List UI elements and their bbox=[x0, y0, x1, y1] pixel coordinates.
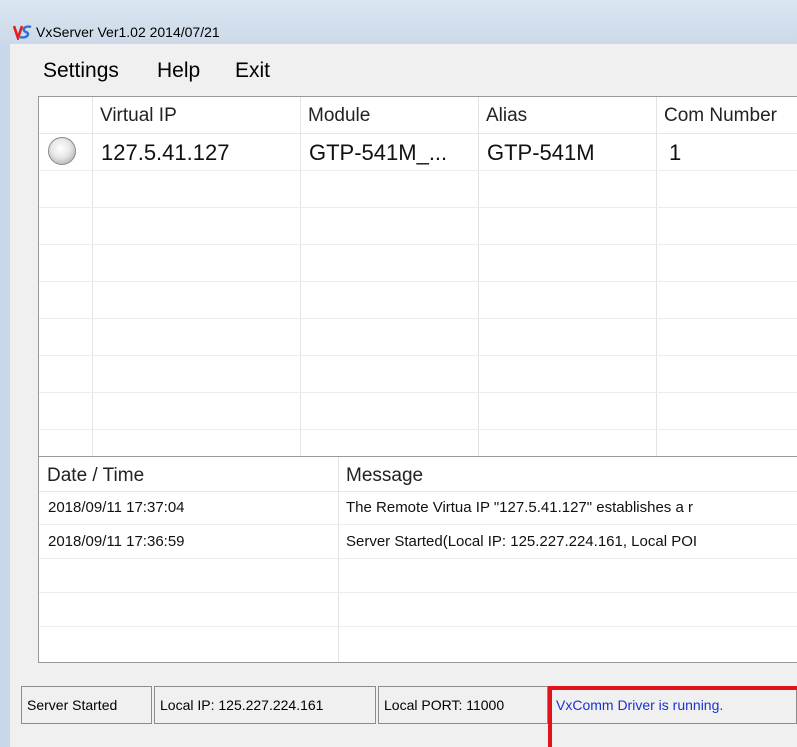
grid-line bbox=[39, 558, 797, 559]
vxserver-logo-icon bbox=[13, 25, 32, 40]
log-message: Server Started(Local IP: 125.227.224.161… bbox=[346, 533, 698, 550]
title-bar: VxServer Ver1.02 2014/07/21 bbox=[0, 0, 797, 44]
grid-line bbox=[39, 524, 797, 525]
column-header-module[interactable]: Module bbox=[300, 97, 478, 133]
cell-com-number: 1 bbox=[669, 140, 682, 165]
column-header-status[interactable] bbox=[39, 97, 92, 133]
cell-alias: GTP-541M bbox=[487, 140, 595, 165]
grid-line bbox=[39, 592, 797, 593]
grid-line bbox=[92, 97, 93, 457]
grid-line bbox=[39, 318, 797, 319]
grid-line bbox=[39, 429, 797, 430]
menu-settings[interactable]: Settings bbox=[43, 58, 119, 84]
grid-line bbox=[478, 97, 479, 457]
device-table-header: Virtual IP Module Alias Com Number bbox=[39, 97, 797, 134]
column-header-virtual-ip[interactable]: Virtual IP bbox=[92, 97, 300, 133]
device-table[interactable]: Virtual IP Module Alias Com Number 127.5… bbox=[38, 96, 797, 457]
status-local-ip: Local IP: 125.227.224.161 bbox=[154, 686, 376, 724]
window-edge bbox=[0, 44, 10, 747]
grid-line bbox=[338, 457, 339, 662]
highlight-box bbox=[548, 686, 797, 747]
column-header-alias[interactable]: Alias bbox=[478, 97, 656, 133]
log-time: 2018/09/11 17:37:04 bbox=[48, 499, 185, 516]
grid-line bbox=[39, 281, 797, 282]
status-local-port: Local PORT: 11000 bbox=[378, 686, 548, 724]
grid-line bbox=[39, 392, 797, 393]
cell-virtual-ip: 127.5.41.127 bbox=[101, 140, 230, 165]
menu-help[interactable]: Help bbox=[157, 58, 200, 84]
grid-line bbox=[39, 244, 797, 245]
grid-line bbox=[300, 97, 301, 457]
grid-line bbox=[39, 207, 797, 208]
grid-line bbox=[656, 97, 657, 457]
column-header-com-number[interactable]: Com Number bbox=[656, 97, 797, 133]
log-time: 2018/09/11 17:36:59 bbox=[48, 533, 185, 550]
log-table[interactable]: Date / Time Message 2018/09/11 17:37:04 … bbox=[38, 456, 797, 663]
status-server: Server Started bbox=[21, 686, 152, 724]
grid-line bbox=[39, 170, 797, 171]
grid-line bbox=[39, 626, 797, 627]
status-indicator-icon bbox=[48, 137, 76, 165]
grid-line bbox=[39, 355, 797, 356]
menu-exit[interactable]: Exit bbox=[235, 58, 270, 84]
window-title: VxServer Ver1.02 2014/07/21 bbox=[36, 24, 220, 40]
column-header-message[interactable]: Message bbox=[338, 457, 797, 491]
column-header-date-time[interactable]: Date / Time bbox=[39, 457, 338, 491]
menu-bar: Settings Help Exit bbox=[10, 52, 797, 90]
cell-module: GTP-541M_... bbox=[309, 140, 448, 165]
log-message: The Remote Virtua IP "127.5.41.127" esta… bbox=[346, 499, 693, 516]
log-table-header: Date / Time Message bbox=[39, 457, 797, 492]
